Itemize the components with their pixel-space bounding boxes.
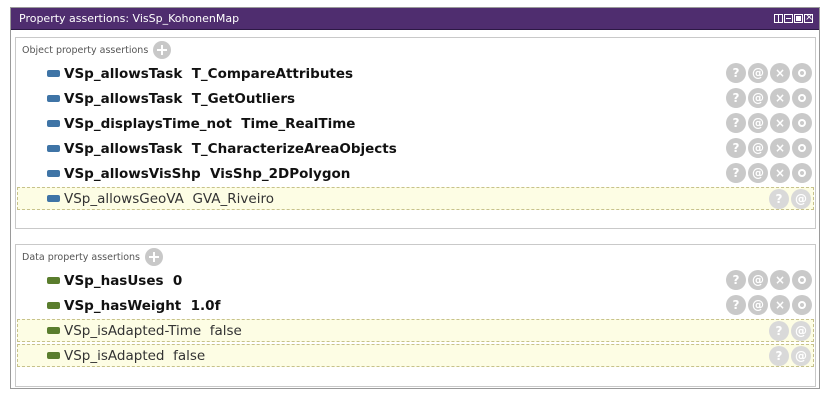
data-property-icon bbox=[47, 352, 60, 359]
add-data-property-button[interactable] bbox=[145, 248, 164, 266]
object-property-icon bbox=[47, 120, 60, 127]
edit-button[interactable] bbox=[792, 270, 812, 290]
edit-button[interactable] bbox=[792, 88, 812, 108]
assertion-label: VSp_hasUses 0 bbox=[64, 272, 183, 289]
edit-ring-icon bbox=[798, 94, 806, 102]
close-icon[interactable] bbox=[804, 11, 813, 25]
row-actions: ? @ bbox=[769, 321, 811, 341]
annotate-button[interactable]: @ bbox=[791, 321, 811, 341]
annotate-button[interactable]: @ bbox=[748, 113, 768, 133]
object-property-icon bbox=[47, 95, 60, 102]
assertion-row[interactable]: VSp_allowsTask T_GetOutliers? @ × bbox=[17, 87, 814, 110]
object-property-icon bbox=[47, 145, 60, 152]
panel-title: Property assertions: VisSp_KohonenMap bbox=[19, 12, 240, 25]
minimize-icon[interactable] bbox=[784, 14, 793, 23]
explain-button[interactable]: ? bbox=[769, 189, 789, 209]
assertion-label: VSp_isAdapted-Time false bbox=[64, 322, 242, 339]
annotate-button[interactable]: @ bbox=[748, 295, 768, 315]
data-property-icon bbox=[47, 327, 60, 334]
explain-button[interactable]: ? bbox=[726, 270, 746, 290]
assertion-row[interactable]: VSp_allowsVisShp VisShp_2DPolygon? @ × bbox=[17, 162, 814, 185]
assertion-row[interactable]: VSp_hasUses 0? @ × bbox=[17, 269, 814, 292]
edit-button[interactable] bbox=[792, 138, 812, 158]
row-actions: ? @ × bbox=[726, 295, 812, 315]
delete-button[interactable]: × bbox=[770, 113, 790, 133]
explain-button[interactable]: ? bbox=[726, 63, 746, 83]
edit-ring-icon bbox=[798, 276, 806, 284]
explain-button[interactable]: ? bbox=[726, 295, 746, 315]
object-property-header: Object property assertions bbox=[16, 38, 815, 62]
data-property-section: Data property assertions VSp_hasUses 0? @… bbox=[15, 244, 816, 387]
row-actions: ? @ × bbox=[726, 163, 812, 183]
edit-button[interactable] bbox=[792, 113, 812, 133]
assertion-label: VSp_displaysTime_not Time_RealTime bbox=[64, 115, 356, 132]
assertion-row[interactable]: VSp_hasWeight 1.0f? @ × bbox=[17, 294, 814, 317]
row-actions: ? @ × bbox=[726, 270, 812, 290]
assertion-label: VSp_allowsVisShp VisShp_2DPolygon bbox=[64, 165, 351, 182]
row-actions: ? @ bbox=[769, 346, 811, 366]
explain-button[interactable]: ? bbox=[769, 346, 789, 366]
annotate-button[interactable]: @ bbox=[748, 138, 768, 158]
data-property-header-label: Data property assertions bbox=[22, 251, 141, 263]
delete-button[interactable]: × bbox=[770, 163, 790, 183]
delete-button[interactable]: × bbox=[770, 138, 790, 158]
assertion-row[interactable]: VSp_isAdapted false? @ bbox=[17, 344, 814, 367]
annotate-button[interactable]: @ bbox=[748, 88, 768, 108]
assertion-row[interactable]: VSp_allowsGeoVA GVA_Riveiro? @ bbox=[17, 187, 814, 210]
assertion-label: VSp_allowsTask T_CharacterizeAreaObjects bbox=[64, 140, 397, 157]
delete-button[interactable]: × bbox=[770, 63, 790, 83]
annotate-button[interactable]: @ bbox=[748, 163, 768, 183]
assertion-row[interactable]: VSp_isAdapted-Time false? @ bbox=[17, 319, 814, 342]
assertion-label: VSp_allowsTask T_CompareAttributes bbox=[64, 65, 354, 82]
assertion-row[interactable]: VSp_allowsTask T_CompareAttributes? @ × bbox=[17, 62, 814, 85]
data-property-list: VSp_hasUses 0? @ × VSp_hasWeight 1.0f? @ × VSp… bbox=[16, 269, 815, 367]
assertion-row[interactable]: VSp_allowsTask T_CharacterizeAreaObjects… bbox=[17, 137, 814, 160]
edit-ring-icon bbox=[798, 144, 806, 152]
delete-button[interactable]: × bbox=[770, 295, 790, 315]
window-controls bbox=[774, 11, 813, 25]
object-property-icon bbox=[47, 70, 60, 77]
data-property-icon bbox=[47, 302, 60, 309]
edit-ring-icon bbox=[798, 119, 806, 127]
property-assertions-panel: Property assertions: VisSp_KohonenMap Ob… bbox=[10, 7, 820, 389]
row-actions: ? @ × bbox=[726, 88, 812, 108]
assertion-row[interactable]: VSp_displaysTime_not Time_RealTime? @ × bbox=[17, 112, 814, 135]
add-object-property-button[interactable] bbox=[153, 41, 172, 59]
edit-ring-icon bbox=[798, 169, 806, 177]
explain-button[interactable]: ? bbox=[726, 113, 746, 133]
delete-button[interactable]: × bbox=[770, 270, 790, 290]
data-property-icon bbox=[47, 277, 60, 284]
assertion-label: VSp_isAdapted false bbox=[64, 347, 206, 364]
annotate-button[interactable]: @ bbox=[791, 346, 811, 366]
explain-button[interactable]: ? bbox=[726, 138, 746, 158]
row-actions: ? @ × bbox=[726, 63, 812, 83]
edit-button[interactable] bbox=[792, 63, 812, 83]
row-actions: ? @ × bbox=[726, 138, 812, 158]
data-property-header: Data property assertions bbox=[16, 245, 815, 269]
object-property-header-label: Object property assertions bbox=[22, 44, 149, 56]
object-property-icon bbox=[47, 195, 60, 202]
panel-titlebar: Property assertions: VisSp_KohonenMap bbox=[11, 8, 819, 30]
row-actions: ? @ bbox=[769, 189, 811, 209]
assertion-label: VSp_hasWeight 1.0f bbox=[64, 297, 221, 314]
edit-button[interactable] bbox=[792, 295, 812, 315]
assertion-label: VSp_allowsGeoVA GVA_Riveiro bbox=[64, 190, 274, 207]
edit-ring-icon bbox=[798, 301, 806, 309]
object-property-section: Object property assertions VSp_allowsTas… bbox=[15, 37, 816, 229]
assertion-label: VSp_allowsTask T_GetOutliers bbox=[64, 90, 296, 107]
annotate-button[interactable]: @ bbox=[748, 270, 768, 290]
maximize-icon[interactable] bbox=[794, 14, 803, 23]
object-property-list: VSp_allowsTask T_CompareAttributes? @ × VSp… bbox=[16, 62, 815, 210]
annotate-button[interactable]: @ bbox=[791, 189, 811, 209]
row-actions: ? @ × bbox=[726, 113, 812, 133]
object-property-icon bbox=[47, 170, 60, 177]
delete-button[interactable]: × bbox=[770, 88, 790, 108]
explain-button[interactable]: ? bbox=[726, 163, 746, 183]
edit-button[interactable] bbox=[792, 163, 812, 183]
split-view-icon[interactable] bbox=[774, 14, 783, 23]
annotate-button[interactable]: @ bbox=[748, 63, 768, 83]
explain-button[interactable]: ? bbox=[769, 321, 789, 341]
explain-button[interactable]: ? bbox=[726, 88, 746, 108]
edit-ring-icon bbox=[798, 69, 806, 77]
